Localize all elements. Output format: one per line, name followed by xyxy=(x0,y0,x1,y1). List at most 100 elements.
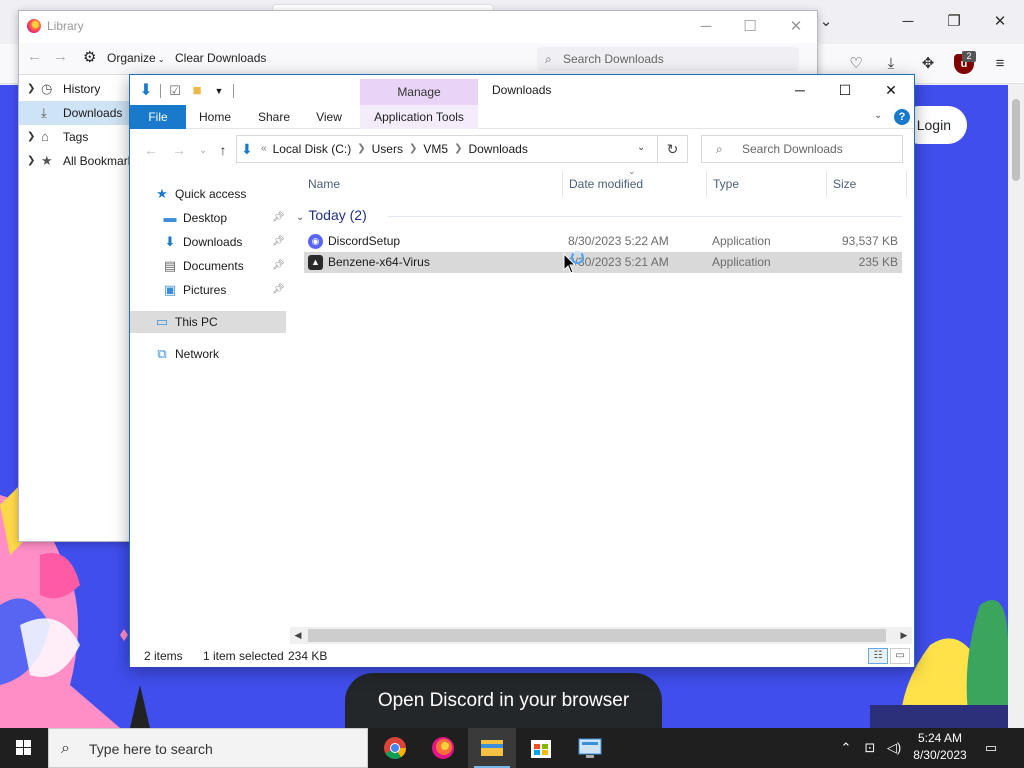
recent-locations-icon[interactable]: ⌄ xyxy=(194,141,212,159)
tree-item-history[interactable]: ❯ ◷ History xyxy=(19,77,131,101)
volume-tray-icon[interactable]: ◁) xyxy=(884,728,904,768)
file-list: Name ⌄ Date modified Type Size ⌄ Today (2… xyxy=(288,166,914,629)
tag-icon: ⌂ xyxy=(41,129,49,144)
group-header-today[interactable]: ⌄ Today (2) xyxy=(296,207,367,223)
organize-gear-icon[interactable]: ⚙ xyxy=(83,48,96,66)
library-minimize-icon[interactable]: ─ xyxy=(695,17,717,37)
clear-downloads-button[interactable]: Clear Downloads xyxy=(175,51,266,65)
tab-view[interactable]: View xyxy=(306,105,352,129)
notifications-icon[interactable]: ▭ xyxy=(980,728,1002,768)
nav-network[interactable]: ⧉ Network xyxy=(130,343,286,365)
crumb-vm5[interactable]: VM5 xyxy=(423,136,448,162)
ublock-badge: 2 xyxy=(962,51,976,62)
details-view-icon[interactable]: ☷ xyxy=(868,648,888,664)
properties-icon[interactable]: ☑ xyxy=(167,83,183,99)
tab-application-tools[interactable]: Application Tools xyxy=(360,105,478,129)
nav-desktop[interactable]: ▬ Desktop 📌︎ xyxy=(130,207,286,229)
horizontal-scrollbar[interactable]: ◀ ▶ xyxy=(290,627,912,644)
back-arrow-icon[interactable]: ← xyxy=(142,141,160,159)
column-type[interactable]: Type xyxy=(713,177,739,191)
file-row-discordsetup[interactable]: ◉ DiscordSetup 8/30/2023 5:22 AM Applica… xyxy=(304,231,902,252)
library-close-icon[interactable]: ✕ xyxy=(785,17,807,37)
clock-icon: ◷ xyxy=(41,81,53,96)
column-date-modified[interactable]: Date modified xyxy=(569,177,643,191)
crumb-local-disk[interactable]: Local Disk (C:) xyxy=(273,136,352,162)
extensions-icon[interactable]: ✥ xyxy=(918,54,938,74)
page-scrollbar[interactable] xyxy=(1008,85,1024,728)
pin-icon: 📌︎ xyxy=(272,212,285,223)
firefox-taskbar-icon[interactable] xyxy=(419,728,467,768)
taskbar-clock[interactable]: 5:24 AM 8/30/2023 xyxy=(908,730,972,764)
search-icon: ⌕ xyxy=(545,52,552,66)
qat-dropdown-icon[interactable]: ▼ xyxy=(211,83,227,99)
forward-icon[interactable]: → xyxy=(53,48,68,65)
start-button[interactable] xyxy=(0,728,48,768)
tray-overflow-chevron-icon[interactable]: ⌃ xyxy=(838,728,854,768)
remote-desktop-taskbar-icon[interactable] xyxy=(566,728,614,768)
nav-downloads[interactable]: ⬇ Downloads 📌︎ xyxy=(130,231,286,253)
crumb-users[interactable]: Users xyxy=(372,136,403,162)
downloads-toolbar-icon[interactable]: ⤓ xyxy=(881,54,901,74)
tab-list-chevron-icon[interactable]: ⌄ xyxy=(816,12,836,32)
crumb-downloads[interactable]: Downloads xyxy=(468,136,527,162)
pocket-icon[interactable]: ♡ xyxy=(846,54,866,74)
nav-this-pc[interactable]: ▭ This PC xyxy=(130,311,286,333)
tab-file[interactable]: File xyxy=(130,105,186,129)
scroll-left-icon: ◀ xyxy=(294,630,302,640)
library-maximize-icon[interactable]: ☐ xyxy=(739,17,761,37)
ribbon-tabs: File Home Share View Application Tools ⌄… xyxy=(130,105,914,129)
column-headers: Name ⌄ Date modified Type Size xyxy=(288,166,908,199)
column-name[interactable]: Name xyxy=(308,177,340,191)
nav-quick-access[interactable]: ★ Quick access xyxy=(130,183,286,205)
address-bar[interactable]: ⬇ « Local Disk (C:) ❯ Users ❯ VM5 ❯ Down… xyxy=(236,135,658,163)
explorer-minimize-icon[interactable]: ─ xyxy=(785,79,815,101)
windows-logo-icon xyxy=(16,740,31,755)
minimize-icon[interactable]: ─ xyxy=(898,12,918,32)
address-row: ← → ⌄ ↑ ⬇ « Local Disk (C:) ❯ Users ❯ VM… xyxy=(130,129,914,169)
library-tree: ❯ ◷ History ⤓ Downloads ❯ ⌂ Tags ❯ ★ All Bookma… xyxy=(19,75,131,541)
explorer-maximize-icon[interactable]: ☐ xyxy=(830,79,860,101)
benzene-app-icon: ▲ xyxy=(308,255,323,270)
network-tray-icon[interactable]: ⊡ xyxy=(860,728,880,768)
help-icon[interactable]: ? xyxy=(894,109,910,125)
back-icon[interactable]: ← xyxy=(27,48,42,65)
downloads-folder-icon: ⬇ xyxy=(164,234,176,249)
hamburger-menu-icon[interactable]: ≡ xyxy=(990,54,1010,74)
documents-icon: ▤ xyxy=(163,258,177,273)
file-explorer-taskbar-icon[interactable] xyxy=(468,728,516,768)
tree-item-all-bookmarks[interactable]: ❯★All Bookmarks xyxy=(19,149,131,173)
explorer-search-input[interactable]: ⌕ Search Downloads xyxy=(701,135,903,163)
open-discord-banner[interactable]: Open Discord in your browser xyxy=(345,673,662,728)
file-row-benzene[interactable]: ▲ Benzene-x64-Virus 8/30/2023 5:21 AM Ap… xyxy=(304,252,902,273)
organize-menu[interactable]: Organize ⌄ xyxy=(107,51,165,65)
restore-icon[interactable]: ❐ xyxy=(944,12,964,32)
status-item-count: 2 items xyxy=(144,649,183,663)
library-search-input[interactable]: ⌕ Search Downloads xyxy=(537,47,799,71)
breadcrumb: « Local Disk (C:) ❯ Users ❯ VM5 ❯ Downlo… xyxy=(261,136,528,162)
refresh-icon[interactable]: ↻ xyxy=(658,135,688,163)
close-icon[interactable]: ✕ xyxy=(990,12,1010,32)
explorer-close-icon[interactable]: ✕ xyxy=(876,79,906,101)
taskbar: ⌕ Type here to search ⌃ ⊡ ◁) 5:24 AM 8/3… xyxy=(0,728,1024,768)
tab-home[interactable]: Home xyxy=(190,105,240,129)
nav-documents[interactable]: ▤ Documents 📌︎ xyxy=(130,255,286,277)
column-size[interactable]: Size xyxy=(833,177,856,191)
tab-share[interactable]: Share xyxy=(250,105,298,129)
taskbar-search-input[interactable]: ⌕ Type here to search xyxy=(48,728,368,768)
up-arrow-icon[interactable]: ↑ xyxy=(214,141,232,159)
nav-pictures[interactable]: ▣ Pictures 📌︎ xyxy=(130,279,286,301)
manage-context-tab[interactable]: Manage xyxy=(360,79,478,105)
tree-item-tags[interactable]: ❯ ⌂ Tags xyxy=(19,125,131,149)
explorer-titlebar: ⬇ ☑ ■ ▼ Manage Downloads ─ ☐ ✕ xyxy=(130,75,914,105)
store-taskbar-icon[interactable] xyxy=(517,728,565,768)
address-dropdown-icon[interactable]: ⌄ xyxy=(637,142,645,153)
large-icons-view-icon[interactable]: ▭ xyxy=(890,648,910,664)
expand-chevron-icon: ❯ xyxy=(27,83,36,94)
computer-icon: ▭ xyxy=(155,314,169,329)
new-folder-icon[interactable]: ■ xyxy=(189,83,205,99)
chrome-taskbar-icon[interactable] xyxy=(371,728,419,768)
star-icon: ★ xyxy=(41,153,53,168)
tree-item-downloads[interactable]: ⤓ Downloads xyxy=(19,101,131,125)
ribbon-expand-chevron-icon[interactable]: ⌄ xyxy=(874,110,882,121)
forward-arrow-icon[interactable]: → xyxy=(170,141,188,159)
